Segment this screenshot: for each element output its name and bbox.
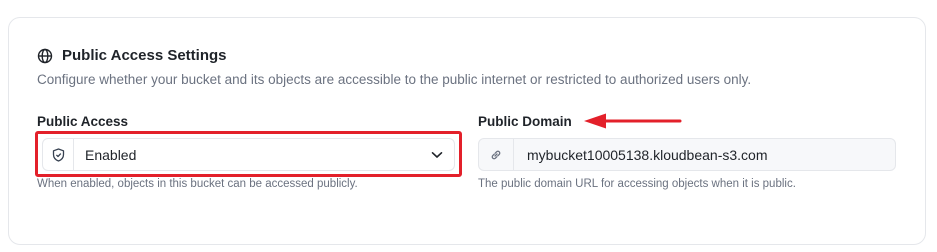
- section-header: Public Access Settings: [37, 47, 227, 64]
- public-access-label: Public Access: [37, 114, 129, 129]
- link-icon: [479, 139, 514, 170]
- shield-icon: [43, 139, 74, 170]
- arrow-left-icon: [584, 113, 682, 129]
- public-access-help: When enabled, objects in this bucket can…: [37, 178, 358, 190]
- public-access-value: Enabled: [85, 146, 137, 163]
- public-domain-help: The public domain URL for accessing obje…: [478, 178, 796, 190]
- section-description: Configure whether your bucket and its ob…: [37, 72, 752, 87]
- chevron-down-icon[interactable]: [420, 151, 454, 159]
- public-domain-field[interactable]: mybucket10005138.kloudbean-s3.com: [478, 138, 896, 171]
- public-access-select[interactable]: Enabled: [42, 138, 455, 171]
- public-domain-label: Public Domain: [478, 114, 572, 129]
- public-domain-value[interactable]: mybucket10005138.kloudbean-s3.com: [514, 147, 768, 163]
- globe-icon: [37, 48, 53, 64]
- section-title: Public Access Settings: [62, 47, 227, 64]
